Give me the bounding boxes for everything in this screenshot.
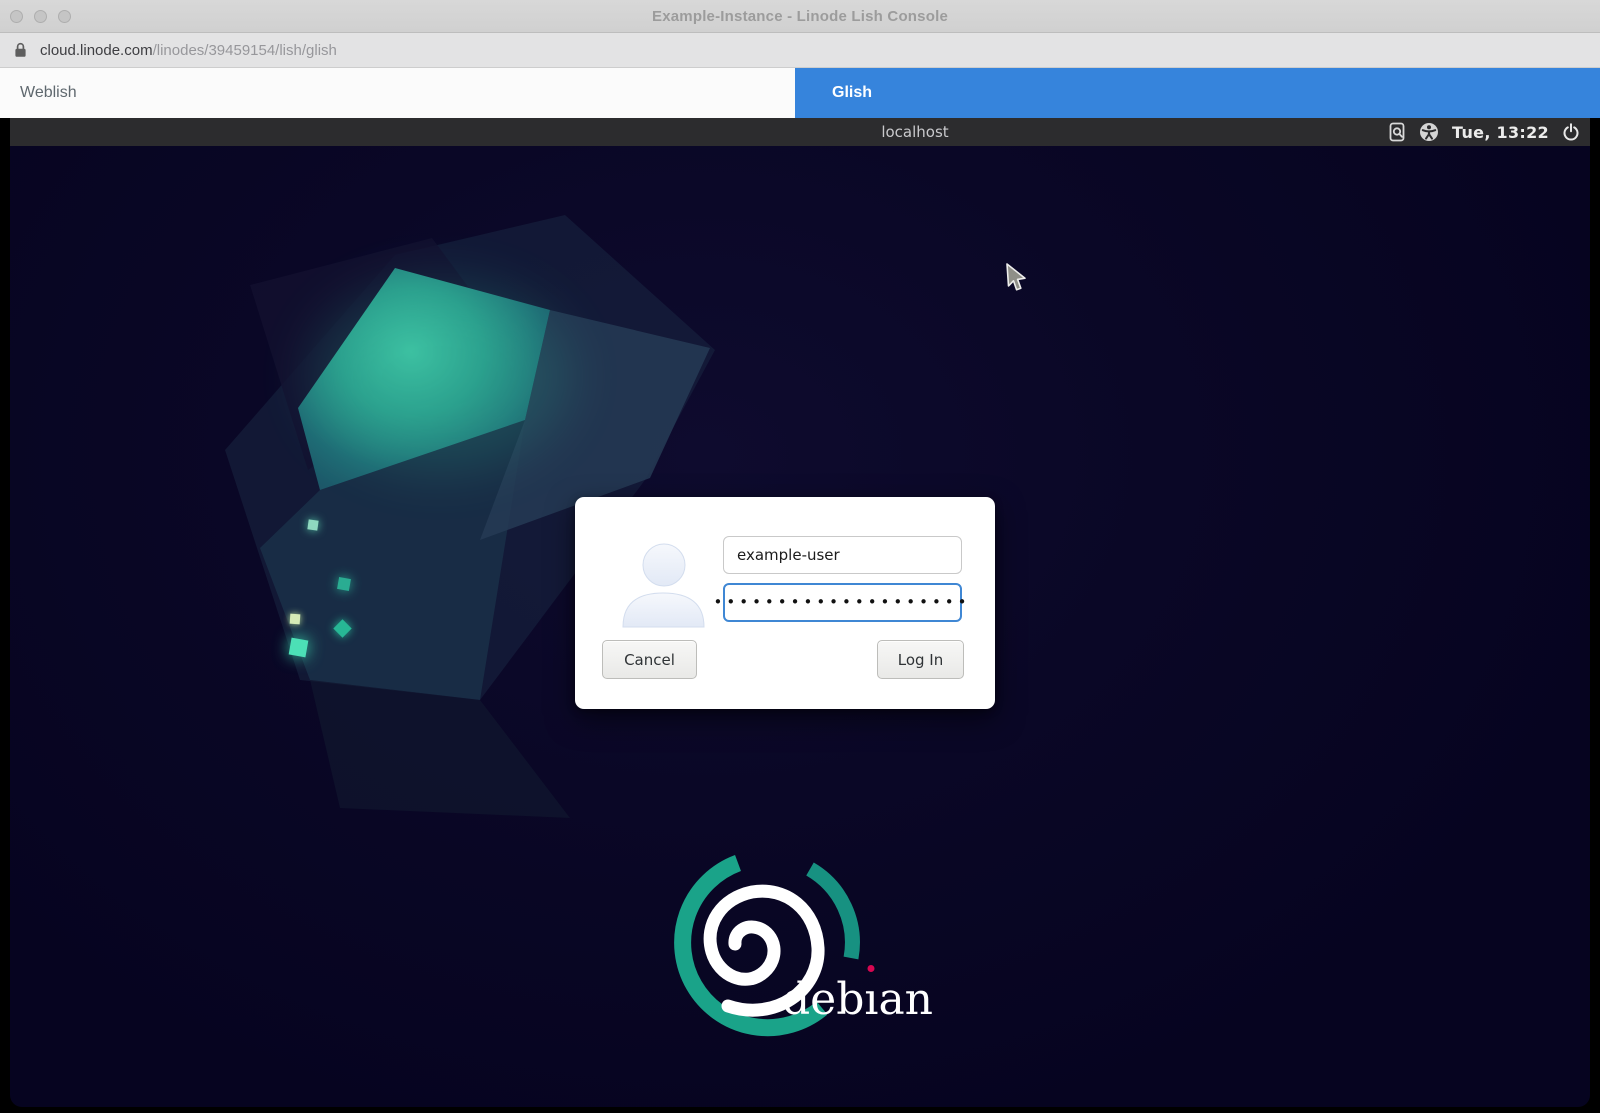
- login-button-label: Log In: [898, 651, 944, 669]
- tab-glish[interactable]: Glish: [795, 68, 1600, 118]
- user-avatar: [617, 537, 709, 631]
- tab-weblish-label: Weblish: [20, 84, 77, 102]
- accessibility-icon[interactable]: [1419, 122, 1439, 142]
- glow-square: [337, 577, 351, 591]
- gnome-top-bar: localhost Tue, 13:22: [10, 118, 1590, 146]
- glow-square: [333, 619, 351, 637]
- debian-wordmark: debıan: [782, 974, 933, 1027]
- username-input[interactable]: example-user: [723, 536, 962, 574]
- browser-titlebar: Example-Instance - Linode Lish Console: [0, 0, 1600, 33]
- cancel-button[interactable]: Cancel: [602, 640, 697, 679]
- power-icon[interactable]: [1562, 123, 1580, 141]
- debian-logo: [640, 840, 940, 1070]
- lish-tab-bar: Weblish Glish: [0, 68, 1600, 118]
- debian-red-dot: [868, 965, 875, 972]
- glow-square: [307, 519, 318, 530]
- wordmark-left: deb: [782, 974, 864, 1025]
- address-bar[interactable]: cloud.linode.com/linodes/39459154/lish/g…: [0, 33, 1600, 68]
- wordmark-right: an: [878, 974, 933, 1025]
- tab-glish-label: Glish: [832, 84, 872, 102]
- login-button[interactable]: Log In: [877, 640, 964, 679]
- hostname-label: localhost: [850, 118, 980, 146]
- username-value: example-user: [737, 546, 840, 564]
- url-text: cloud.linode.com/linodes/39459154/lish/g…: [40, 42, 337, 59]
- screen-magnifier-icon[interactable]: [1389, 122, 1406, 142]
- password-input[interactable]: ••••••••••••••••••••: [723, 583, 962, 622]
- url-host: cloud.linode.com: [40, 42, 153, 59]
- glow-square: [290, 614, 301, 625]
- mouse-cursor: [1003, 262, 1029, 296]
- top-bar-status-area: Tue, 13:22: [1389, 118, 1580, 146]
- password-masked-value: ••••••••••••••••••••: [714, 595, 971, 610]
- wordmark-i: ı: [864, 974, 878, 1027]
- tab-weblish[interactable]: Weblish: [0, 68, 795, 118]
- url-path: /linodes/39459154/lish/glish: [153, 42, 337, 59]
- glish-screen-canvas[interactable]: localhost Tue, 13:22: [10, 118, 1590, 1107]
- glow-square: [289, 638, 309, 658]
- window-title: Example-Instance - Linode Lish Console: [0, 0, 1600, 33]
- lock-icon: [14, 42, 27, 58]
- clock-label[interactable]: Tue, 13:22: [1452, 123, 1549, 142]
- cancel-button-label: Cancel: [624, 651, 675, 669]
- login-dialog: example-user •••••••••••••••••••• Cancel…: [575, 497, 995, 709]
